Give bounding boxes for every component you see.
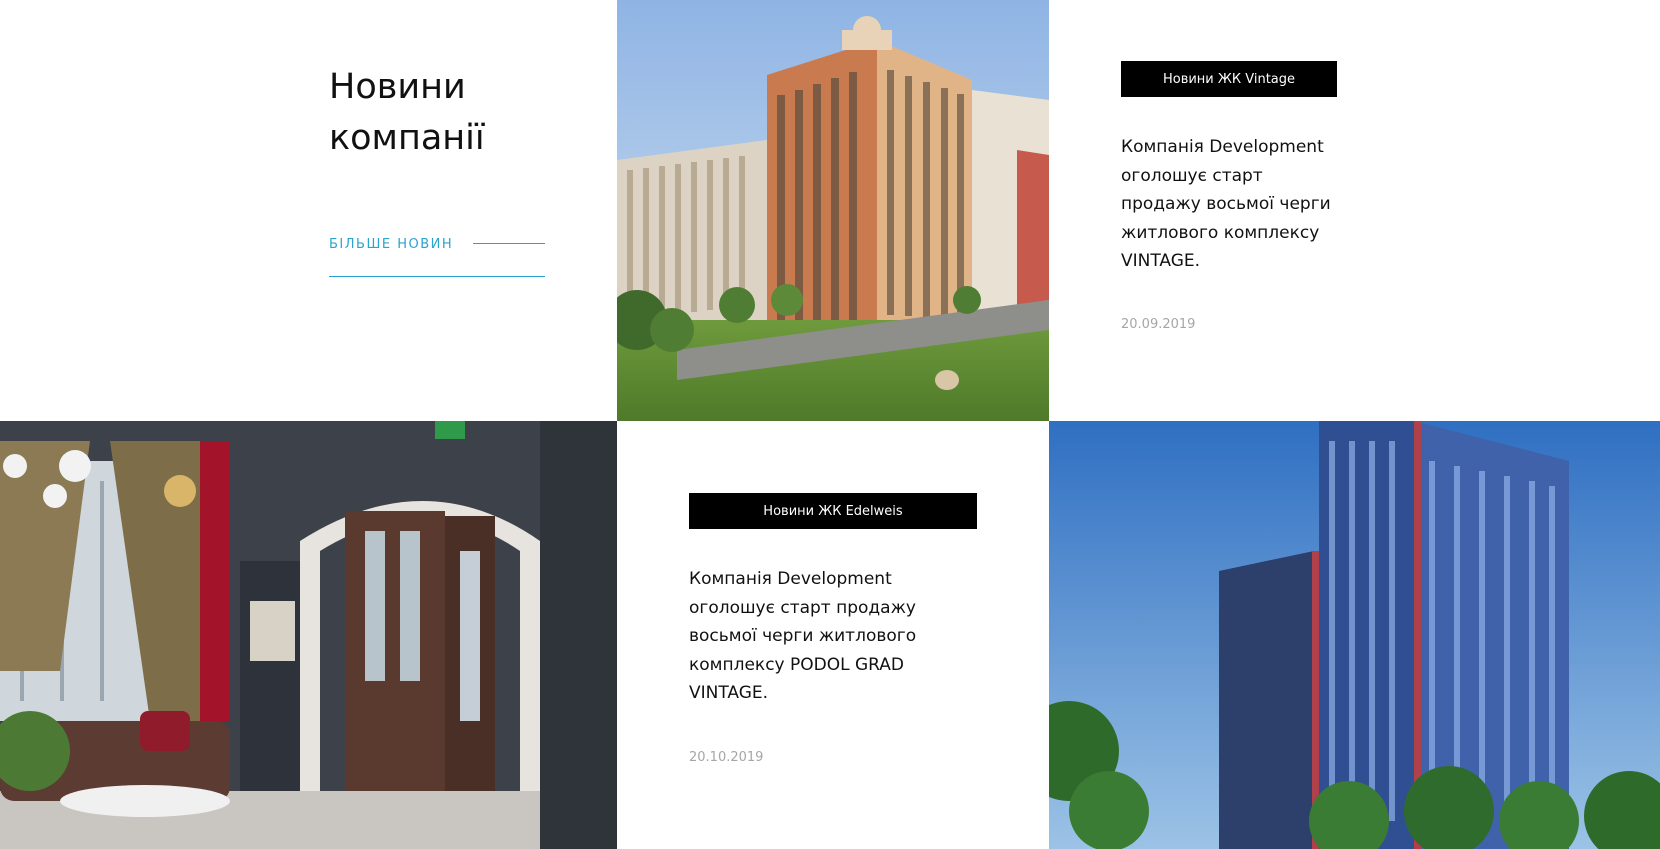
headline-line: VINTAGE. <box>1121 251 1201 271</box>
headline-line: восьмої черги житлового <box>689 626 917 646</box>
more-news-label: БІЛЬШЕ НОВИН <box>329 237 454 252</box>
building-photo-illustration <box>617 0 1049 421</box>
headline-line: оголошує старт продажу <box>689 597 916 618</box>
news-headline[interactable]: Компанія Development оголошує старт прод… <box>1121 133 1361 276</box>
page-title-line-1: Новини <box>329 67 466 107</box>
headline-line: комплексу PODOL GRAD <box>689 654 905 675</box>
more-news-link[interactable]: БІЛЬШЕ НОВИН <box>329 232 545 277</box>
interior-photo-illustration <box>0 421 617 849</box>
news-tag-badge[interactable]: Новини ЖК Vintage <box>1121 61 1337 97</box>
news-card-edelweis: Новини ЖК Edelweis Компанія Development … <box>617 421 1049 849</box>
headline-line: продажу восьмої черги <box>1121 194 1331 214</box>
headline-line: Компанія Development <box>1121 137 1324 157</box>
news-date: 20.09.2019 <box>1121 317 1196 332</box>
news-headline[interactable]: Компанія Development оголошує старт прод… <box>689 565 949 708</box>
intro-section: Новини компанії БІЛЬШЕ НОВИН <box>0 0 617 421</box>
news-image-towers[interactable] <box>1049 421 1660 849</box>
page-title: Новини компанії <box>329 62 569 164</box>
more-news-line <box>473 243 545 244</box>
headline-line: оголошує старт <box>1121 165 1263 186</box>
headline-line: VINTAGE. <box>689 683 769 703</box>
news-card-vintage: Новини ЖК Vintage Компанія Development о… <box>1049 0 1660 421</box>
page-title-line-2: компанії <box>329 118 485 158</box>
news-date: 20.10.2019 <box>689 750 764 765</box>
headline-line: Компанія Development <box>689 569 892 589</box>
news-tag-badge[interactable]: Новини ЖК Edelweis <box>689 493 977 529</box>
news-image-interior[interactable] <box>0 421 617 849</box>
towers-photo-illustration <box>1049 421 1660 849</box>
news-image-vintage[interactable] <box>617 0 1049 421</box>
headline-line: житлового комплексу <box>1121 222 1320 243</box>
